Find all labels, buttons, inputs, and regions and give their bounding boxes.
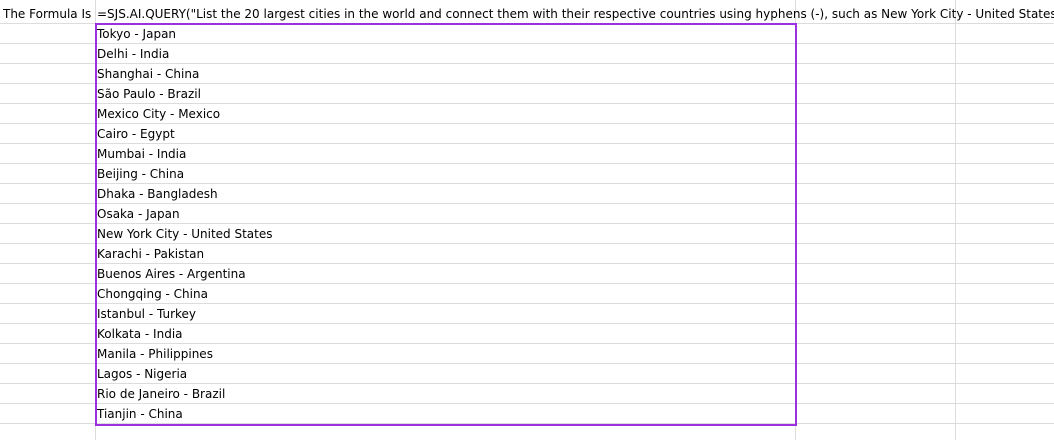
spreadsheet-grid[interactable]: The Formula Is =SJS.AI.QUERY("List the 2…	[0, 0, 1054, 440]
column-gridline	[955, 0, 956, 440]
formula-cell[interactable]: =SJS.AI.QUERY("List the 20 largest citie…	[97, 4, 1054, 24]
formula-label-cell[interactable]: The Formula Is	[3, 4, 95, 24]
cell-selection-range[interactable]	[95, 23, 797, 426]
